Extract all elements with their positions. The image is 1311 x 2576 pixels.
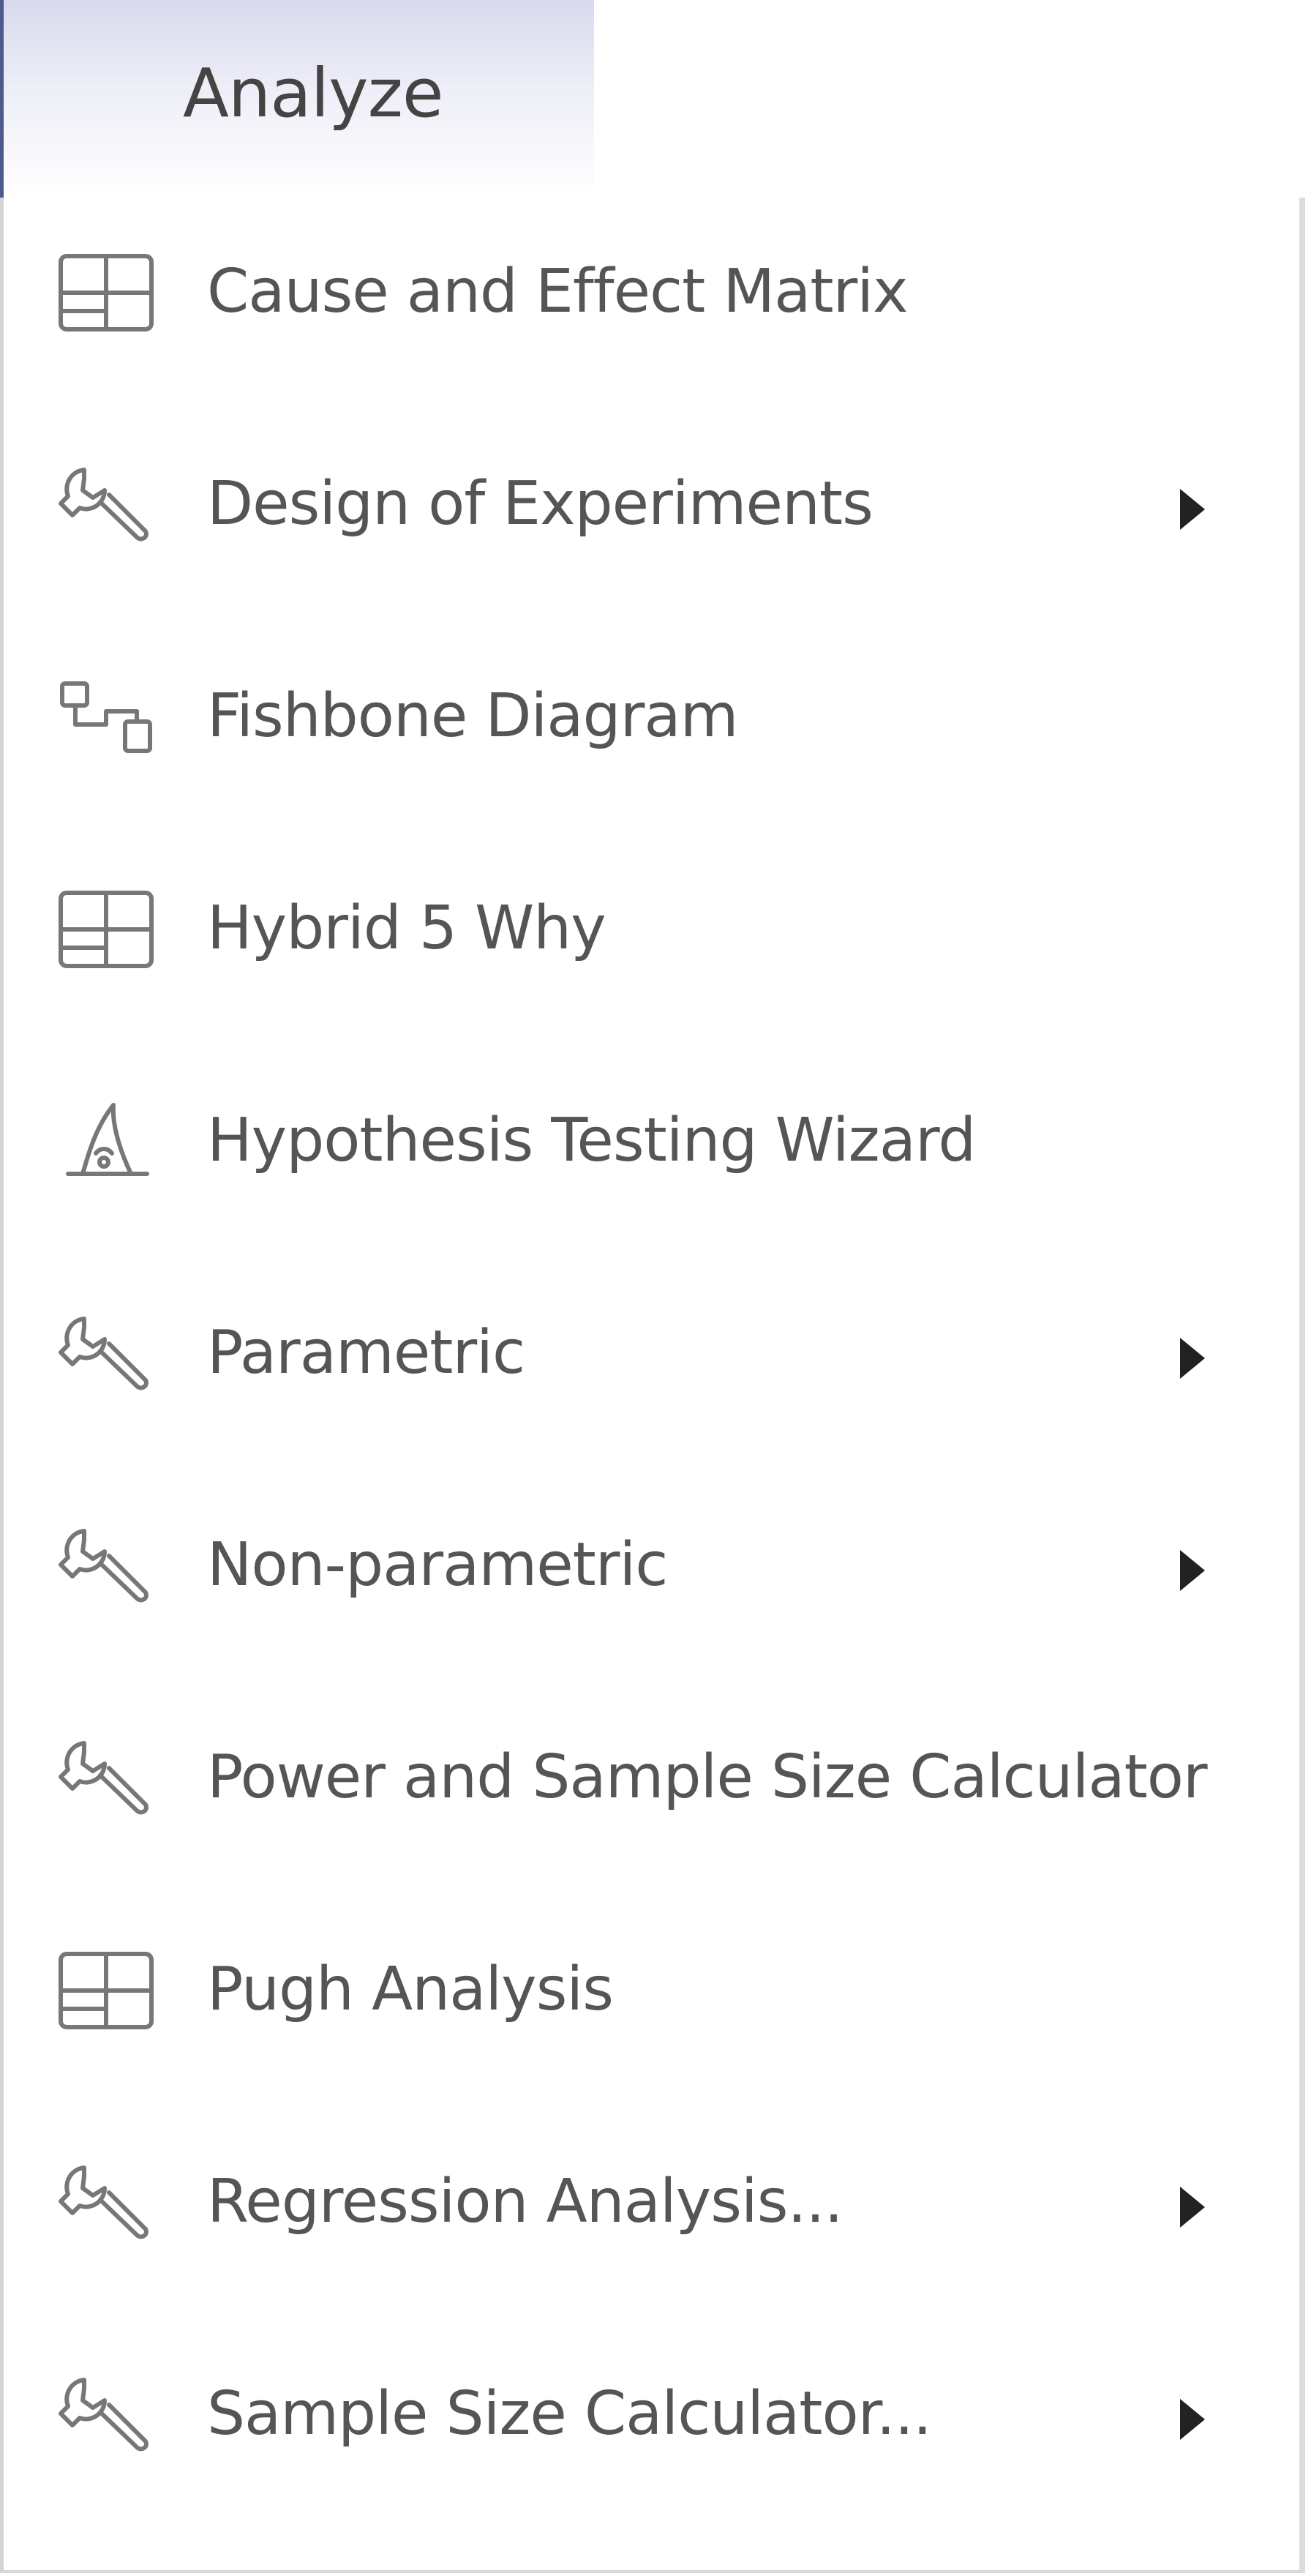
menu-item-label: Pugh Analysis: [207, 1955, 614, 2024]
wrench-icon: [55, 2159, 157, 2247]
menu-item-label: Design of Experiments: [207, 469, 874, 539]
submenu-arrow-icon: [1180, 489, 1205, 530]
table-icon: [55, 1947, 157, 2034]
submenu-arrow-icon: [1180, 1338, 1205, 1379]
wrench-icon: [55, 1734, 157, 1822]
menu-item-design-of-experiments[interactable]: Design of Experiments: [4, 410, 1299, 622]
menu-item-fishbone-diagram[interactable]: Fishbone Diagram: [4, 622, 1299, 834]
wizard-hat-icon: [55, 1098, 157, 1186]
wrench-icon: [55, 461, 157, 549]
table-icon: [55, 886, 157, 973]
menu-item-parametric[interactable]: Parametric: [4, 1259, 1299, 1471]
table-icon: [55, 249, 157, 337]
menu-item-label: Hypothesis Testing Wizard: [207, 1106, 976, 1175]
menu-item-power-and-sample-size-calculator[interactable]: Power and Sample Size Calculator: [4, 1683, 1299, 1895]
menu-item-hybrid-5-why[interactable]: Hybrid 5 Why: [4, 834, 1299, 1046]
menu-item-non-parametric[interactable]: Non-parametric: [4, 1471, 1299, 1683]
menu-item-label: Fishbone Diagram: [207, 681, 738, 751]
wrench-icon: [55, 1310, 157, 1398]
diagram-icon: [55, 673, 157, 761]
menu-item-label: Non-parametric: [207, 1530, 668, 1600]
menu-item-cause-and-effect-matrix[interactable]: Cause and Effect Matrix: [4, 198, 1299, 410]
analyze-tab[interactable]: Analyze: [0, 0, 594, 198]
menu-item-label: Hybrid 5 Why: [207, 894, 606, 963]
menu-item-pugh-analysis[interactable]: Pugh Analysis: [4, 1895, 1299, 2108]
submenu-arrow-icon: [1180, 1550, 1205, 1591]
submenu-arrow-icon: [1180, 2187, 1205, 2228]
submenu-arrow-icon: [1180, 2399, 1205, 2440]
menu-item-label: Parametric: [207, 1318, 525, 1388]
menu-item-label: Cause and Effect Matrix: [207, 257, 909, 326]
menu-item-hypothesis-testing-wizard[interactable]: Hypothesis Testing Wizard: [4, 1046, 1299, 1259]
analyze-tab-label: Analyze: [183, 54, 444, 132]
menu-item-regression-analysis[interactable]: Regression Analysis...: [4, 2108, 1299, 2320]
analyze-dropdown-menu: Cause and Effect Matrix Design of Experim…: [0, 198, 1305, 2573]
menu-item-label: Regression Analysis...: [207, 2167, 844, 2236]
menu-item-sample-size-calculator[interactable]: Sample Size Calculator...: [4, 2320, 1299, 2532]
wrench-icon: [55, 2371, 157, 2459]
analyze-menu-window: Analyze Cause and Effect Matrix Design of…: [0, 0, 1311, 2576]
menu-item-label: Power and Sample Size Calculator: [207, 1742, 1208, 1812]
wrench-icon: [55, 1522, 157, 1610]
menu-item-label: Sample Size Calculator...: [207, 2379, 932, 2449]
